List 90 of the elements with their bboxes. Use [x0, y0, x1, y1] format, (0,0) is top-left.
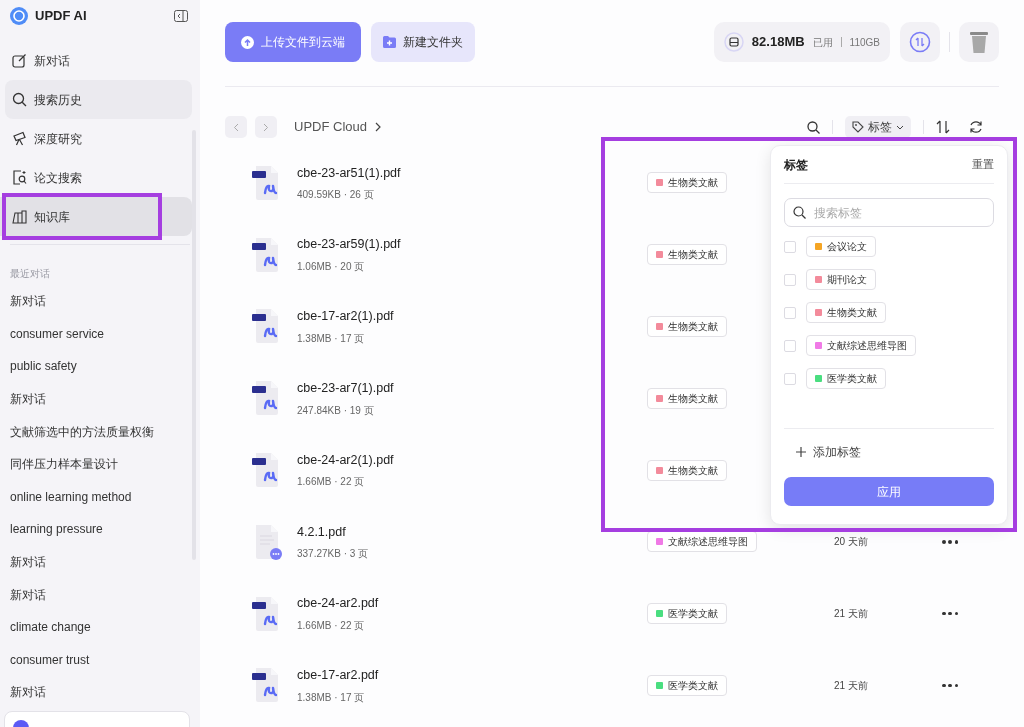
- tag-search-field[interactable]: 搜索标签: [784, 198, 994, 227]
- conversation-item[interactable]: public safety: [0, 350, 200, 383]
- sync-button[interactable]: [900, 22, 940, 62]
- telescope-icon: [12, 131, 27, 146]
- tag-icon: [852, 121, 864, 133]
- storage-total: 110GB: [849, 35, 880, 50]
- document-search-icon: [12, 170, 27, 185]
- search-icon: [12, 92, 27, 107]
- file-name[interactable]: 4.2.1.pdf: [297, 522, 597, 542]
- file-meta: 1.66MB · 22 页: [297, 619, 366, 634]
- app-title: UPDF AI: [35, 7, 87, 26]
- file-name[interactable]: cbe-23-ar59(1).pdf: [297, 235, 597, 255]
- new-folder-button[interactable]: 新建文件夹: [371, 22, 475, 62]
- tag-chip[interactable]: 文献综述思维导图: [806, 335, 916, 356]
- file-name[interactable]: cbe-24-ar2(1).pdf: [297, 450, 597, 470]
- reset-button[interactable]: 重置: [972, 156, 994, 173]
- file-meta: 1.38MB · 17 页: [297, 331, 366, 346]
- tag-checkbox[interactable]: [784, 306, 796, 319]
- tag-chip[interactable]: 期刊论文: [806, 269, 876, 290]
- refresh-icon[interactable]: [969, 120, 983, 134]
- chevron-left-icon: [233, 122, 239, 132]
- conversation-item[interactable]: consumer trust: [0, 643, 200, 677]
- file-name[interactable]: cbe-24-ar2.pdf: [297, 594, 597, 614]
- conversation-item[interactable]: 新对话: [0, 382, 200, 416]
- logo-icon: [10, 7, 28, 25]
- sidebar-toggle-icon[interactable]: [174, 10, 188, 22]
- conversation-item[interactable]: 新对话: [0, 676, 200, 709]
- section-heading: 最近对话: [9, 267, 51, 281]
- edit-icon: [12, 53, 27, 68]
- search-icon: [793, 206, 806, 219]
- tag-filter-button[interactable]: 标签: [845, 116, 911, 138]
- file-meta: 337.27KB · 3 页: [297, 547, 370, 562]
- trash-icon: [969, 30, 989, 54]
- file-name[interactable]: cbe-23-ar51(1).pdf: [297, 163, 597, 183]
- conversation-item[interactable]: learning pressure: [0, 513, 200, 546]
- conversation-item[interactable]: 同伴压力样本量设计: [0, 447, 200, 481]
- chevron-right-icon: [263, 122, 269, 132]
- tag-chip: 生物类文献: [647, 172, 727, 194]
- tag-chip: 医学类文献: [647, 674, 727, 696]
- panel-title: 标签: [784, 156, 808, 174]
- upload-icon: [241, 35, 254, 49]
- books-icon: [12, 209, 27, 224]
- file-meta: 1.66MB · 22 页: [297, 475, 366, 490]
- caret-icon: [896, 124, 904, 130]
- search-icon[interactable]: [807, 120, 820, 134]
- file-name[interactable]: cbe-23-ar7(1).pdf: [297, 378, 597, 398]
- tag-checkbox[interactable]: [784, 240, 796, 253]
- conversation-item[interactable]: 新对话: [0, 285, 200, 318]
- file-meta: 247.84KB · 19 页: [297, 403, 375, 418]
- file-meta: 1.38MB · 17 页: [297, 690, 366, 705]
- tag-checkbox[interactable]: [784, 273, 796, 286]
- chevron-right-icon: [374, 122, 381, 132]
- sync-icon: [909, 31, 931, 53]
- file-name[interactable]: cbe-17-ar2(1).pdf: [297, 307, 597, 326]
- conversation-item[interactable]: online learning method: [0, 480, 200, 514]
- conversation-item[interactable]: climate change: [0, 610, 200, 644]
- file-meta: 409.59KB · 26 页: [297, 188, 375, 203]
- trash-button[interactable]: [959, 22, 999, 62]
- tag-chip: 文献综述思维导图: [647, 531, 757, 553]
- modified-time: 20 天前: [834, 535, 869, 550]
- nav-item[interactable]: 新对话: [0, 41, 192, 80]
- conversation-item[interactable]: consumer service: [0, 317, 200, 351]
- tag-chip: 医学类文献: [647, 603, 727, 625]
- tag-checkbox[interactable]: [784, 372, 796, 385]
- conversation-item[interactable]: 新对话: [0, 545, 200, 579]
- sort-icon[interactable]: [936, 120, 950, 134]
- tag-checkbox[interactable]: [784, 339, 796, 352]
- tag-chip: 生物类文献: [647, 316, 727, 337]
- tag-chip: 生物类文献: [647, 244, 727, 266]
- tag-chip[interactable]: 医学类文献: [806, 368, 886, 389]
- nav-item[interactable]: 论文搜索: [0, 158, 192, 197]
- conversation-item[interactable]: 新对话: [0, 578, 200, 611]
- tag-chip[interactable]: 会议论文: [806, 236, 876, 257]
- tag-chip: 生物类文献: [647, 459, 727, 481]
- nav-item[interactable]: 搜索历史: [5, 80, 192, 119]
- folder-plus-icon: [383, 36, 396, 48]
- tag-chip[interactable]: 生物类文献: [806, 302, 886, 323]
- tag-chip: 生物类文献: [647, 387, 727, 409]
- breadcrumb-link[interactable]: UPDF Cloud: [294, 117, 367, 137]
- plus-icon: [796, 447, 806, 457]
- modified-time: 21 天前: [834, 607, 869, 622]
- modified-time: 21 天前: [834, 678, 869, 693]
- drive-icon: [723, 32, 744, 52]
- nav-item[interactable]: 深度研究: [0, 119, 192, 158]
- file-name[interactable]: cbe-17-ar2.pdf: [297, 666, 597, 685]
- storage-used: 82.18MB: [751, 33, 805, 52]
- file-meta: 1.06MB · 20 页: [297, 260, 366, 275]
- add-tag-button[interactable]: 添加标签: [796, 443, 861, 461]
- conversation-item[interactable]: 文献筛选中的方法质量权衡: [0, 415, 200, 448]
- storage-label: 已用: [812, 35, 833, 50]
